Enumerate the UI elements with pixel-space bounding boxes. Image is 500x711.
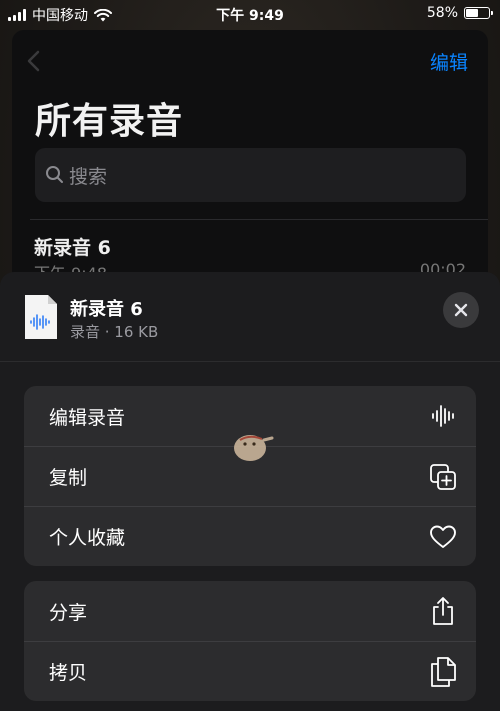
close-icon [454,303,468,317]
menu-item-label: 复制 [49,467,88,489]
close-button[interactable] [443,292,479,328]
heart-icon [428,522,458,552]
action-sheet: 新录音 6 录音 · 16 KB 编辑录音 复制 个人收藏 分享 拷贝 [0,272,500,711]
status-time: 下午 9:49 [216,8,284,24]
status-right: 58% [426,5,493,21]
status-bar: 中国移动 下午 9:49 58% [0,0,500,28]
page-title: 所有录音 [35,101,184,142]
audio-file-icon [25,295,57,339]
copy-item[interactable]: 拷贝 [24,641,476,701]
actions-group-1: 编辑录音 复制 个人收藏 [24,386,476,566]
search-field[interactable]: 搜索 [35,148,466,202]
back-chevron-icon[interactable] [26,50,42,72]
battery-icon [464,7,493,19]
menu-item-label: 拷贝 [49,662,88,684]
favorite-item[interactable]: 个人收藏 [24,506,476,566]
share-item[interactable]: 分享 [24,581,476,641]
search-placeholder: 搜索 [69,166,108,188]
watermark-logo-icon [234,435,274,461]
menu-item-label: 分享 [49,601,88,624]
divider [30,219,488,220]
search-icon [46,166,63,183]
battery-percent: 58% [426,5,458,21]
menu-item-label: 个人收藏 [49,527,126,549]
waveform-icon [428,401,458,431]
edit-button[interactable]: 编辑 [430,48,468,75]
duplicate-icon [428,462,458,492]
file-meta: 录音 · 16 KB [70,323,159,341]
actions-group-2: 分享 拷贝 [24,581,476,701]
share-icon [428,596,458,626]
recording-title[interactable]: 新录音 6 [34,233,111,260]
sheet-header: 新录音 6 录音 · 16 KB [0,272,500,362]
copy-icon [428,656,458,687]
file-name: 新录音 6 [70,299,143,320]
